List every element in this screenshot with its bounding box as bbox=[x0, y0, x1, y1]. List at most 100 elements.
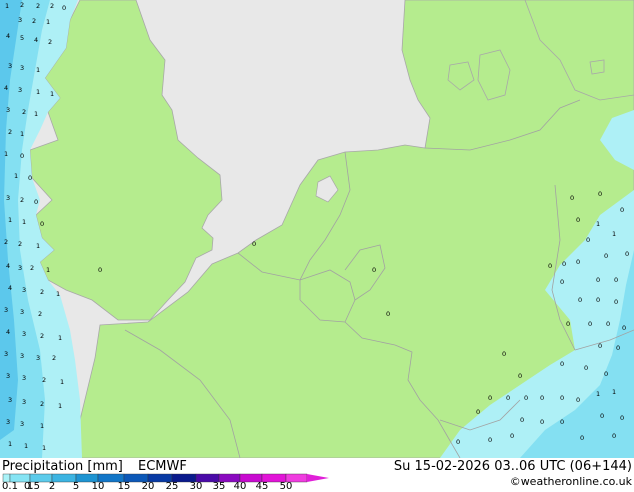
svg-text:4: 4 bbox=[6, 32, 10, 40]
svg-text:2: 2 bbox=[48, 38, 52, 46]
svg-text:3: 3 bbox=[6, 194, 10, 202]
model-name: ECMWF bbox=[138, 459, 187, 474]
svg-text:1: 1 bbox=[612, 230, 616, 238]
svg-text:0: 0 bbox=[518, 372, 522, 380]
svg-text:0: 0 bbox=[560, 360, 564, 368]
svg-text:0: 0 bbox=[540, 418, 544, 426]
svg-text:0: 0 bbox=[596, 296, 600, 304]
svg-text:1: 1 bbox=[8, 440, 12, 448]
svg-text:1: 1 bbox=[60, 378, 64, 386]
svg-text:2: 2 bbox=[38, 310, 42, 318]
svg-text:2: 2 bbox=[52, 354, 56, 362]
scale-label: 1 bbox=[26, 481, 34, 492]
svg-text:0: 0 bbox=[576, 258, 580, 266]
svg-text:0: 0 bbox=[560, 278, 564, 286]
svg-text:3: 3 bbox=[22, 286, 26, 294]
svg-text:0: 0 bbox=[98, 266, 102, 274]
svg-text:2: 2 bbox=[18, 240, 22, 248]
svg-text:3: 3 bbox=[4, 306, 8, 314]
svg-text:0: 0 bbox=[520, 416, 524, 424]
svg-text:0: 0 bbox=[606, 320, 610, 328]
svg-text:0: 0 bbox=[510, 432, 514, 440]
svg-text:0: 0 bbox=[620, 206, 624, 214]
svg-text:1: 1 bbox=[24, 442, 28, 450]
svg-text:0: 0 bbox=[625, 250, 629, 258]
svg-text:2: 2 bbox=[40, 332, 44, 340]
svg-text:4: 4 bbox=[8, 284, 12, 292]
svg-text:0: 0 bbox=[604, 370, 608, 378]
scale-label: 45 bbox=[255, 481, 269, 492]
svg-text:3: 3 bbox=[6, 106, 10, 114]
svg-text:0: 0 bbox=[584, 364, 588, 372]
svg-text:0: 0 bbox=[476, 408, 480, 416]
svg-text:2: 2 bbox=[40, 400, 44, 408]
svg-text:3: 3 bbox=[18, 264, 22, 272]
svg-text:0: 0 bbox=[566, 320, 570, 328]
svg-text:4: 4 bbox=[6, 262, 10, 270]
svg-text:3: 3 bbox=[8, 62, 12, 70]
scale-label: 20 bbox=[141, 481, 155, 492]
svg-text:0: 0 bbox=[560, 394, 564, 402]
svg-text:5: 5 bbox=[20, 34, 24, 42]
svg-text:2: 2 bbox=[42, 376, 46, 384]
svg-text:0: 0 bbox=[34, 198, 38, 206]
scale-label: 2 bbox=[48, 481, 56, 492]
svg-text:3: 3 bbox=[20, 420, 24, 428]
svg-text:0: 0 bbox=[598, 342, 602, 350]
svg-text:0: 0 bbox=[596, 276, 600, 284]
svg-text:0: 0 bbox=[488, 394, 492, 402]
svg-text:0: 0 bbox=[456, 438, 460, 446]
svg-text:1: 1 bbox=[8, 216, 12, 224]
svg-text:1: 1 bbox=[58, 402, 62, 410]
svg-text:3: 3 bbox=[18, 16, 22, 24]
svg-text:2: 2 bbox=[4, 238, 8, 246]
svg-text:0: 0 bbox=[20, 152, 24, 160]
svg-text:0: 0 bbox=[588, 320, 592, 328]
svg-text:3: 3 bbox=[6, 418, 10, 426]
svg-text:0: 0 bbox=[622, 324, 626, 332]
svg-text:3: 3 bbox=[22, 398, 26, 406]
scale-label: 40 bbox=[233, 481, 247, 492]
svg-text:0: 0 bbox=[614, 276, 618, 284]
svg-text:4: 4 bbox=[4, 84, 8, 92]
svg-text:0: 0 bbox=[62, 4, 66, 12]
svg-text:0: 0 bbox=[548, 262, 552, 270]
scale-label: 10 bbox=[91, 481, 105, 492]
svg-text:1: 1 bbox=[596, 220, 600, 228]
svg-text:3: 3 bbox=[4, 350, 8, 358]
svg-text:1: 1 bbox=[36, 242, 40, 250]
svg-text:0: 0 bbox=[620, 414, 624, 422]
svg-text:1: 1 bbox=[34, 110, 38, 118]
precipitation-map: 12220 321 4542 331 4311 321 21 10 10 320… bbox=[0, 0, 634, 458]
svg-text:1: 1 bbox=[42, 444, 46, 452]
svg-text:0: 0 bbox=[612, 432, 616, 440]
svg-text:1: 1 bbox=[46, 18, 50, 26]
svg-text:2: 2 bbox=[40, 288, 44, 296]
svg-text:3: 3 bbox=[22, 330, 26, 338]
svg-text:1: 1 bbox=[4, 150, 8, 158]
svg-text:1: 1 bbox=[14, 172, 18, 180]
svg-text:0: 0 bbox=[488, 436, 492, 444]
svg-text:2: 2 bbox=[32, 17, 36, 25]
svg-text:1: 1 bbox=[36, 66, 40, 74]
svg-text:0: 0 bbox=[252, 240, 256, 248]
svg-text:0: 0 bbox=[604, 252, 608, 260]
svg-text:1: 1 bbox=[20, 130, 24, 138]
svg-text:0: 0 bbox=[506, 394, 510, 402]
svg-text:1: 1 bbox=[58, 334, 62, 342]
svg-text:1: 1 bbox=[5, 2, 9, 10]
scale-label: 0.1 bbox=[2, 481, 18, 492]
svg-text:0: 0 bbox=[28, 174, 32, 182]
svg-text:0: 0 bbox=[372, 266, 376, 274]
svg-text:1: 1 bbox=[36, 88, 40, 96]
svg-text:1: 1 bbox=[612, 388, 616, 396]
svg-text:2: 2 bbox=[8, 128, 12, 136]
valid-time: Su 15-02-2026 03..06 UTC (06+144) bbox=[393, 459, 632, 474]
svg-text:0: 0 bbox=[586, 236, 590, 244]
svg-text:3: 3 bbox=[36, 354, 40, 362]
svg-text:4: 4 bbox=[6, 328, 10, 336]
svg-text:0: 0 bbox=[616, 344, 620, 352]
site-credit[interactable]: ©weatheronline.co.uk bbox=[510, 475, 632, 488]
svg-text:2: 2 bbox=[20, 1, 24, 9]
svg-text:0: 0 bbox=[386, 310, 390, 318]
